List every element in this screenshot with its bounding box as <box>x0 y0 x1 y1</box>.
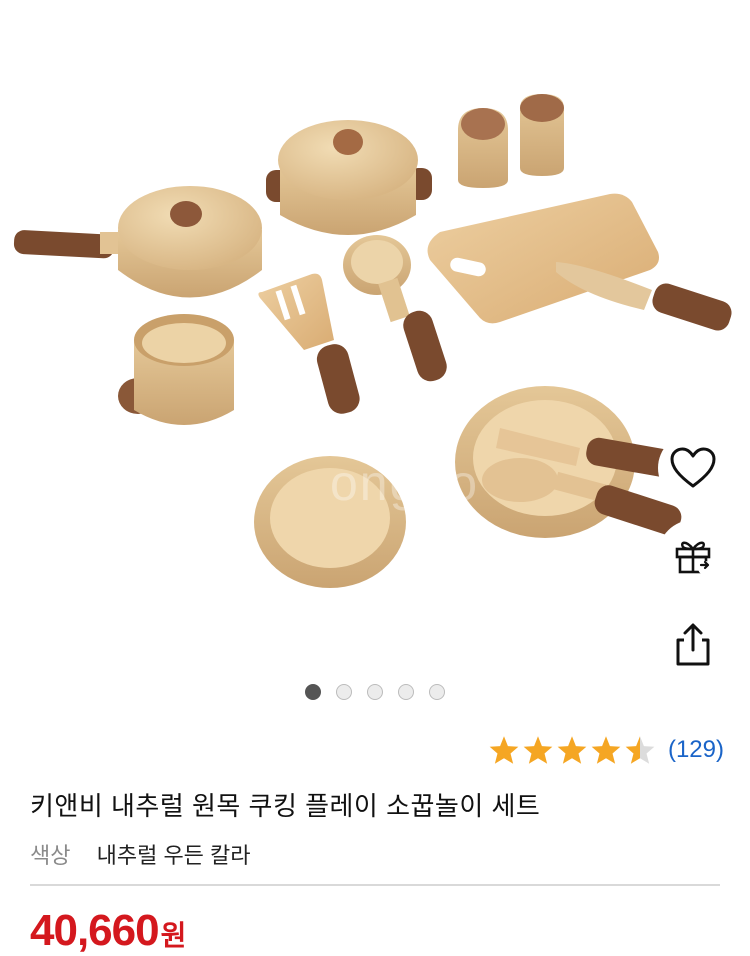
option-value: 내추럴 우든 칼라 <box>96 843 251 868</box>
star-icon <box>489 736 519 764</box>
pagination-dot[interactable] <box>367 684 383 700</box>
star-icon <box>523 736 553 764</box>
product-price: 40,660원 <box>30 906 186 956</box>
wishlist-button[interactable] <box>658 433 728 503</box>
pagination-dot[interactable] <box>305 684 321 700</box>
pepper-shaker <box>520 94 564 176</box>
product-rating[interactable]: (129) <box>488 735 724 765</box>
option-label: 색상 <box>30 843 71 868</box>
frying-pan <box>13 186 262 298</box>
star-icon <box>557 736 587 764</box>
pagination-dot[interactable] <box>336 684 352 700</box>
share-button[interactable] <box>658 610 728 680</box>
product-photo: onggo <box>13 94 732 588</box>
gift-icon <box>675 541 712 575</box>
review-count-link[interactable]: (129) <box>668 736 724 764</box>
half-star-icon <box>625 736 655 764</box>
product-option: 색상 내추럴 우든 칼라 <box>30 838 251 870</box>
cup <box>118 314 234 425</box>
gift-button[interactable] <box>658 520 728 590</box>
share-icon <box>676 623 710 666</box>
spatula <box>258 273 360 414</box>
gallery-pagination <box>0 684 750 700</box>
pagination-dot[interactable] <box>398 684 414 700</box>
pagination-dot[interactable] <box>429 684 445 700</box>
price-amount: 40,660 <box>30 906 160 955</box>
pot <box>266 120 432 235</box>
knife <box>556 262 732 331</box>
svg-text:onggo: onggo <box>330 455 479 511</box>
product-image-gallery[interactable]: onggo <box>0 0 750 680</box>
divider <box>30 884 720 886</box>
product-title: 키앤비 내추럴 원목 쿠킹 플레이 소꿉놀이 세트 <box>30 791 541 821</box>
star-icon <box>591 736 621 764</box>
star-rating <box>488 735 656 765</box>
salt-shaker <box>458 108 508 188</box>
price-unit: 원 <box>160 920 187 951</box>
heart-icon <box>670 447 716 488</box>
